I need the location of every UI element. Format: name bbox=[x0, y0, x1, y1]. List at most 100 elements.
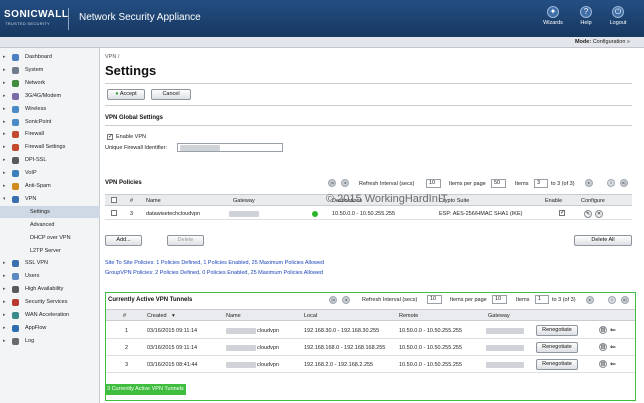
collapsed-arrow-icon[interactable]: ▸ bbox=[3, 283, 6, 295]
collapsed-arrow-icon[interactable]: ▸ bbox=[3, 257, 6, 269]
collapsed-arrow-icon[interactable]: ▸ bbox=[3, 103, 6, 115]
edit-icon[interactable]: ✎ bbox=[584, 210, 592, 218]
collapsed-arrow-icon[interactable]: ▸ bbox=[3, 167, 6, 179]
sidebar-item-high-availability[interactable]: ▸ High Availability bbox=[0, 283, 100, 295]
delete-button[interactable]: Delete bbox=[167, 235, 204, 246]
next-page-icon[interactable]: ▸ bbox=[586, 296, 594, 304]
site-to-site-info: Site To Site Policies: 1 Policies Define… bbox=[105, 260, 325, 266]
renegotiate-button[interactable]: Renegotiate bbox=[536, 342, 578, 353]
select-all-checkbox[interactable] bbox=[111, 197, 117, 203]
refresh-interval-input[interactable]: 10 bbox=[427, 295, 442, 304]
collapsed-arrow-icon[interactable]: ▸ bbox=[3, 309, 6, 321]
sidebar-item-ssl-vpn[interactable]: ▸ SSL VPN bbox=[0, 257, 100, 269]
sidebar-item-wan-acceleration[interactable]: ▸ WAN Acceleration bbox=[0, 309, 100, 321]
disconnect-icon[interactable]: ⇐ bbox=[610, 326, 616, 334]
sidebar-item-label: Firewall Settings bbox=[25, 144, 66, 151]
items-range: to 3 (of 3) bbox=[551, 181, 575, 187]
sidebar-item-dashboard[interactable]: ▸ Dashboard bbox=[0, 51, 100, 63]
cancel-button[interactable]: Cancel bbox=[151, 89, 191, 100]
enable-vpn-label: Enable VPN bbox=[116, 134, 146, 140]
policy-destination: 10.50.0.0 - 10.50.255.255 bbox=[332, 211, 395, 217]
sidebar-item-log[interactable]: ▸ Log bbox=[0, 335, 100, 347]
collapsed-arrow-icon[interactable]: ▸ bbox=[3, 296, 6, 308]
prev-page-icon[interactable]: ◂ bbox=[342, 296, 350, 304]
disconnect-icon[interactable]: ⇐ bbox=[610, 360, 616, 368]
collapsed-arrow-icon[interactable]: ▸ bbox=[3, 77, 6, 89]
page-number-icon[interactable]: 1 bbox=[608, 296, 616, 304]
sidebar-item-system[interactable]: ▸ System bbox=[0, 64, 100, 76]
first-page-icon[interactable]: |◂ bbox=[328, 179, 336, 187]
sidebar-item-label: Dashboard bbox=[25, 54, 52, 60]
sidebar-item-wireless[interactable]: ▸ Wireless bbox=[0, 103, 100, 115]
renegotiate-button[interactable]: Renegotiate bbox=[536, 325, 578, 336]
enable-vpn-checkbox[interactable]: ✓ bbox=[107, 134, 113, 140]
delete-icon[interactable]: ✕ bbox=[595, 210, 603, 218]
row-checkbox[interactable] bbox=[111, 210, 117, 216]
statistics-icon[interactable]: ▥ bbox=[599, 360, 607, 368]
sidebar-item-anti-spam[interactable]: ▸ Anti-Spam bbox=[0, 180, 100, 192]
sidebar-item-sonicpoint[interactable]: ▸ SonicPoint bbox=[0, 116, 100, 128]
sidebar-item-firewall[interactable]: ▸ Firewall bbox=[0, 128, 100, 140]
next-page-icon[interactable]: ▸ bbox=[585, 179, 593, 187]
collapsed-arrow-icon[interactable]: ▸ bbox=[3, 270, 6, 282]
first-page-icon[interactable]: |◂ bbox=[329, 296, 337, 304]
statistics-icon[interactable]: ▥ bbox=[599, 343, 607, 351]
refresh-interval-input[interactable]: 10 bbox=[426, 179, 441, 188]
accept-button[interactable]: ● Accept bbox=[107, 89, 145, 100]
tunnel-row[interactable]: 2 03/16/2015 09:11:14 cloudvpn 192.168.1… bbox=[106, 339, 635, 356]
sidebar-item-network[interactable]: ▸ Network bbox=[0, 77, 100, 89]
sidebar-item-users[interactable]: ▸ Users bbox=[0, 270, 100, 282]
unique-firewall-identifier-field[interactable] bbox=[177, 143, 283, 152]
tunnel-row[interactable]: 3 03/16/2015 08:41:44 cloudvpn 192.168.2… bbox=[106, 356, 635, 373]
sidebar-item-label: Settings bbox=[30, 208, 50, 215]
wizards-button[interactable]: ✦ Wizards bbox=[538, 6, 568, 26]
collapsed-arrow-icon[interactable]: ▸ bbox=[3, 180, 6, 192]
sidebar-item-settings[interactable]: Settings bbox=[0, 205, 100, 218]
collapsed-arrow-icon[interactable]: ▸ bbox=[3, 154, 6, 166]
items-start-input[interactable]: 1 bbox=[535, 295, 549, 304]
items-per-page-input[interactable]: 10 bbox=[492, 295, 507, 304]
prev-page-icon[interactable]: ◂ bbox=[341, 179, 349, 187]
add-button[interactable]: Add... bbox=[105, 235, 142, 246]
collapsed-arrow-icon[interactable]: ▸ bbox=[3, 322, 6, 334]
collapsed-arrow-icon[interactable]: ▸ bbox=[3, 128, 6, 140]
last-page-icon[interactable]: ▸| bbox=[620, 179, 628, 187]
sidebar-item-security-services[interactable]: ▸ Security Services bbox=[0, 296, 100, 308]
policy-name: datawisetechcloudvpn bbox=[146, 211, 201, 217]
items-start-input[interactable]: 3 bbox=[534, 179, 548, 188]
help-button[interactable]: ? Help bbox=[571, 6, 601, 26]
collapsed-arrow-icon[interactable]: ▸ bbox=[3, 90, 6, 102]
page-number-icon[interactable]: 1 bbox=[607, 179, 615, 187]
sidebar-item-voip[interactable]: ▸ VoIP bbox=[0, 167, 100, 179]
logout-button[interactable]: ⏻ Logout bbox=[603, 6, 633, 26]
active-tunnels-title: Currently Active VPN Tunnels bbox=[108, 297, 193, 303]
policy-enable-checkbox[interactable]: ✓ bbox=[559, 210, 565, 216]
last-page-icon[interactable]: ▸| bbox=[621, 296, 629, 304]
sidebar-item-vpn[interactable]: ▾ VPN bbox=[0, 193, 100, 205]
collapsed-arrow-icon[interactable]: ▸ bbox=[3, 141, 6, 153]
renegotiate-button[interactable]: Renegotiate bbox=[536, 359, 578, 370]
sort-down-icon[interactable]: ▾ bbox=[172, 313, 175, 319]
sidebar-item-dhcp-over-vpn[interactable]: DHCP over VPN bbox=[0, 232, 100, 244]
sidebar-item-firewall-settings[interactable]: ▸ Firewall Settings bbox=[0, 141, 100, 153]
sidebar-item-icon bbox=[12, 299, 19, 307]
sidebar-item-label: Network bbox=[25, 79, 46, 86]
collapsed-arrow-icon[interactable]: ▸ bbox=[3, 51, 6, 63]
expanded-arrow-icon[interactable]: ▾ bbox=[3, 193, 6, 205]
items-per-page-input[interactable]: 50 bbox=[491, 179, 506, 188]
collapsed-arrow-icon[interactable]: ▸ bbox=[3, 335, 6, 347]
policy-row[interactable]: 3 datawisetechcloudvpn 10.50.0.0 - 10.50… bbox=[105, 207, 632, 220]
delete-all-button[interactable]: Delete All bbox=[574, 235, 632, 246]
collapsed-arrow-icon[interactable]: ▸ bbox=[3, 116, 6, 128]
statistics-icon[interactable]: ▥ bbox=[599, 326, 607, 334]
tunnel-row[interactable]: 1 03/16/2015 09:11:14 cloudvpn 192.168.3… bbox=[106, 322, 635, 339]
sidebar-item-label: WAN Acceleration bbox=[25, 312, 70, 318]
disconnect-icon[interactable]: ⇐ bbox=[610, 343, 616, 351]
mode-indicator[interactable]: Mode: Configuration » bbox=[575, 39, 630, 45]
sidebar-item-appflow[interactable]: ▸ AppFlow bbox=[0, 322, 100, 334]
sidebar-item-3g-4g-modem[interactable]: ▸ 3G/4G/Modem bbox=[0, 90, 100, 102]
sidebar-item-advanced[interactable]: Advanced bbox=[0, 219, 100, 231]
sidebar-item-l2tp-server[interactable]: L2TP Server bbox=[0, 245, 100, 257]
sidebar-item-dpi-ssl[interactable]: ▸ DPI-SSL bbox=[0, 154, 100, 166]
collapsed-arrow-icon[interactable]: ▸ bbox=[3, 64, 6, 76]
